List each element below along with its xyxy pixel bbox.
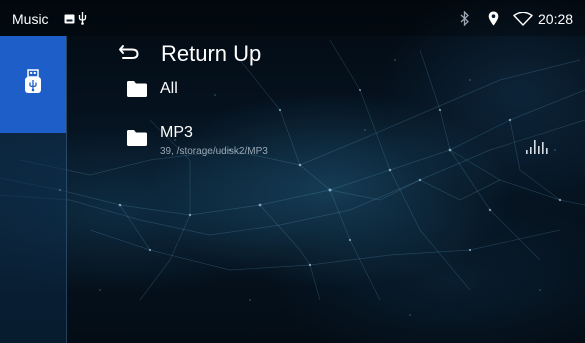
clock: 20:28 — [538, 11, 574, 27]
now-playing-equalizer-icon — [526, 140, 548, 154]
bluetooth-icon — [460, 11, 469, 26]
folder-row-mp3[interactable]: MP3 39, /storage/udisk2/MP3 — [100, 120, 400, 160]
usb-icon — [78, 12, 87, 25]
wifi-icon — [513, 12, 533, 26]
folder-icon — [127, 81, 147, 97]
usb-drive-icon — [25, 69, 41, 93]
sidebar-item-usb[interactable] — [0, 36, 66, 133]
folder-label: MP3 — [160, 124, 193, 141]
app-title: Music — [12, 11, 49, 27]
location-icon — [488, 11, 499, 26]
status-bar: Music 20:28 — [0, 0, 585, 36]
return-up-icon — [119, 45, 139, 59]
media-notification-icon — [64, 14, 75, 24]
music-screen: Music 20:28 Return Up All MP3 39, /stora… — [0, 0, 585, 343]
folder-label: All — [160, 80, 178, 97]
return-up-row[interactable]: Return Up — [100, 38, 400, 68]
return-up-label: Return Up — [161, 41, 262, 66]
source-sidebar — [0, 36, 67, 343]
folder-icon — [127, 130, 147, 146]
folder-row-all[interactable]: All — [100, 76, 400, 104]
folder-path: 39, /storage/udisk2/MP3 — [160, 146, 268, 157]
